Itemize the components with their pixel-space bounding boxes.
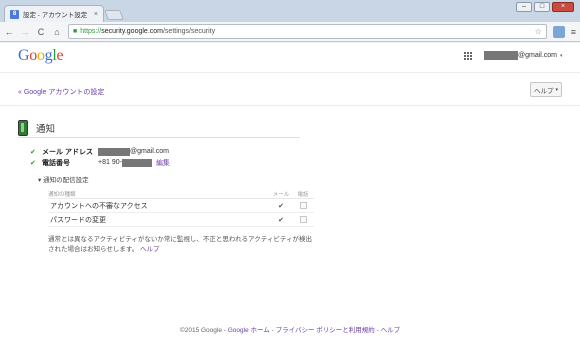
google-logo[interactable]: Google <box>18 47 64 65</box>
browser-window: 8 設定 - アカウント設定 × – □ × ← → C ⌂ ■ https:/… <box>0 0 580 360</box>
browser-toolbar: ← → C ⌂ ■ https:// security.google.com /… <box>0 22 580 42</box>
check-icon: ✔ <box>30 148 36 156</box>
sub-header: « Google アカウントの設定 ヘルプ ▾ <box>0 74 580 106</box>
new-tab-button[interactable] <box>104 10 124 20</box>
chevron-down-icon: ▾ <box>560 52 563 59</box>
help-button[interactable]: ヘルプ ▾ <box>530 82 562 97</box>
footer-help-link[interactable]: ヘルプ <box>381 327 401 334</box>
browser-tab[interactable]: 8 設定 - アカウント設定 × <box>4 5 104 22</box>
email-value: @gmail.com <box>98 147 169 156</box>
notification-settings-table: 通知の種類 メール 電話 アカウントへの不審なアクセス ✔ パスワードの変更 ✔ <box>48 189 314 227</box>
phone-checkbox[interactable] <box>299 216 307 223</box>
page-header: Google @gmail.com ▾ <box>0 43 580 73</box>
chevron-down-icon: ▾ <box>555 86 558 93</box>
tab-close-icon[interactable]: × <box>94 11 98 18</box>
copyright: ©2015 Google - <box>179 327 228 334</box>
browser-menu-icon[interactable]: ≡ <box>571 27 576 37</box>
tab-title: 設定 - アカウント設定 <box>23 12 88 19</box>
apps-grid-icon[interactable] <box>464 52 473 61</box>
back-to-account-settings-link[interactable]: « Google アカウントの設定 <box>18 87 104 97</box>
column-phone: 電話 <box>297 191 309 198</box>
account-switcher[interactable]: @gmail.com ▾ <box>484 51 563 60</box>
notification-type: アカウントへの不審なアクセス <box>50 202 148 210</box>
page-footer: ©2015 Google - Google ホーム - プライバシー ポリシーと… <box>179 327 401 334</box>
phone-label: 電話番号 <box>42 159 70 167</box>
notification-type: パスワードの変更 <box>50 216 106 224</box>
help-link[interactable]: ヘルプ <box>140 246 160 253</box>
notifications-section: 通知 ✔ メール アドレス @gmail.com ✔ 電話番号 +81 90- <box>18 119 314 254</box>
url-host: security.google.com <box>101 28 163 35</box>
url-path: /settings/security <box>162 28 216 35</box>
table-header: 通知の種類 メール 電話 <box>48 189 314 199</box>
edit-phone-link[interactable]: 編集 <box>156 158 170 168</box>
back-arrow-icon[interactable]: ← <box>4 27 14 37</box>
address-bar[interactable]: ■ https:// security.google.com /settings… <box>68 24 547 39</box>
phone-row: ✔ 電話番号 +81 90- 編集 <box>30 157 300 168</box>
privacy-terms-link[interactable]: プライバシー ポリシーと利用規約 <box>276 327 375 334</box>
bookmark-star-icon[interactable]: ☆ <box>535 27 542 36</box>
home-icon[interactable]: ⌂ <box>52 27 62 37</box>
page-content: Google @gmail.com ▾ « Google アカウントの設定 ヘル… <box>0 43 580 360</box>
contact-rows: ✔ メール アドレス @gmail.com ✔ 電話番号 +81 90- 編集 <box>30 146 300 168</box>
account-email-suffix: @gmail.com <box>518 52 558 59</box>
lock-icon: ■ <box>73 28 78 35</box>
google-favicon-icon: 8 <box>10 9 19 19</box>
reload-icon[interactable]: C <box>36 27 46 37</box>
minimize-button[interactable]: – <box>516 2 532 12</box>
email-check-icon[interactable]: ✔ <box>270 216 292 224</box>
phone-icon <box>18 119 28 136</box>
notification-settings-toggle[interactable]: ▾ 通知の配信設定 <box>38 174 300 184</box>
phone-checkbox[interactable] <box>299 202 307 209</box>
column-email: メール <box>272 191 290 198</box>
redacted-email <box>484 51 518 60</box>
close-window-button[interactable]: × <box>552 2 574 12</box>
section-header: 通知 <box>18 119 300 138</box>
url-scheme: https:// <box>80 28 102 35</box>
email-label: メール アドレス <box>42 148 93 156</box>
window-controls: – □ × <box>516 2 574 12</box>
email-check-icon[interactable]: ✔ <box>270 202 292 210</box>
help-button-label: ヘルプ <box>533 87 554 95</box>
tab-strip: 8 設定 - アカウント設定 × – □ × <box>0 0 580 22</box>
maximize-button[interactable]: □ <box>534 2 550 12</box>
table-row: アカウントへの不審なアクセス ✔ <box>48 199 314 213</box>
extension-camera-icon[interactable] <box>552 25 565 38</box>
table-row: パスワードの変更 ✔ <box>48 213 314 227</box>
check-icon: ✔ <box>30 159 36 167</box>
forward-arrow-icon[interactable]: → <box>20 27 30 37</box>
section-title: 通知 <box>36 123 56 135</box>
column-type: 通知の種類 <box>48 191 76 198</box>
notification-description: 通常とは異なるアクティビティがないか常に監視し、不正と思われるアクティビティが検… <box>48 236 312 253</box>
google-home-link[interactable]: Google ホーム <box>228 327 270 334</box>
phone-value: +81 90- <box>98 158 152 167</box>
email-row: ✔ メール アドレス @gmail.com <box>30 146 300 157</box>
